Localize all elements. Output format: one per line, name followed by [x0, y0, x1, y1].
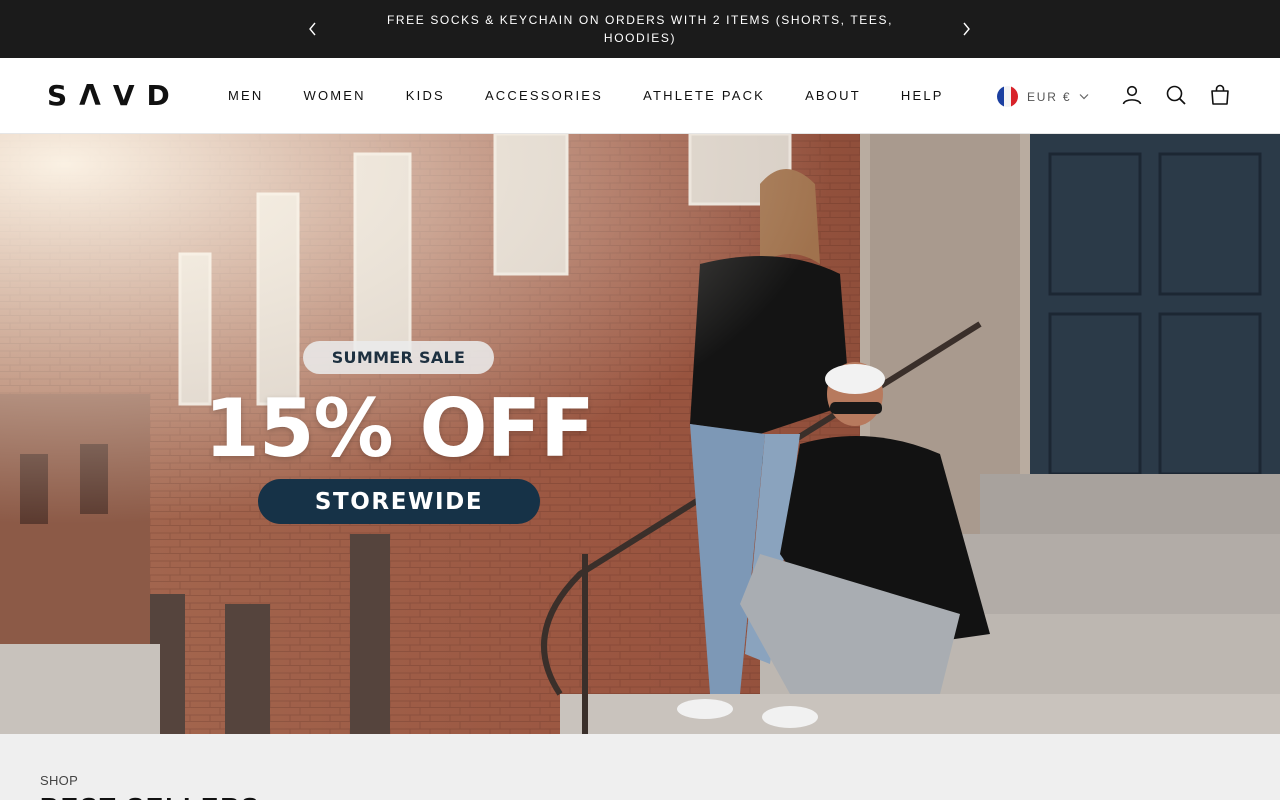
- search-icon: [1166, 85, 1186, 105]
- main-nav: MEN WOMEN KIDS ACCESSORIES ATHLETE PACK …: [228, 88, 984, 104]
- announcement-next-button[interactable]: [956, 19, 976, 39]
- chevron-right-icon: [963, 22, 970, 36]
- site-header: SΛVD MEN WOMEN KIDS ACCESSORIES ATHLETE …: [0, 58, 1280, 134]
- section-eyebrow: SHOP: [40, 773, 79, 788]
- nav-help[interactable]: HELP: [901, 88, 944, 104]
- nav-about[interactable]: ABOUT: [805, 88, 861, 104]
- announcement-prev-button[interactable]: [303, 19, 323, 39]
- hero-banner[interactable]: SUMMER SALE 15% OFF STOREWIDE: [0, 134, 1280, 734]
- france-flag-icon: [997, 86, 1018, 107]
- storewide-badge: STOREWIDE: [258, 479, 540, 524]
- hero-headline: 15% OFF: [204, 382, 595, 475]
- summer-sale-badge: SUMMER SALE: [303, 341, 494, 374]
- brand-logo[interactable]: SΛVD: [47, 82, 189, 110]
- announcement-text: FREE SOCKS & KEYCHAIN ON ORDERS WITH 2 I…: [386, 13, 894, 45]
- currency-label: EUR €: [1027, 89, 1072, 104]
- nav-women[interactable]: WOMEN: [304, 88, 366, 104]
- account-icon: [1122, 85, 1142, 105]
- account-button[interactable]: [1120, 83, 1144, 107]
- search-button[interactable]: [1164, 83, 1188, 107]
- nav-kids[interactable]: KIDS: [406, 88, 445, 104]
- chevron-down-icon: [1079, 94, 1089, 100]
- nav-athlete-pack[interactable]: ATHLETE PACK: [643, 88, 765, 104]
- cart-icon: [1211, 84, 1229, 105]
- currency-selector[interactable]: EUR €: [997, 86, 1089, 107]
- section-heading: BEST SELLERS: [40, 792, 260, 800]
- best-sellers-section: SHOP BEST SELLERS: [0, 734, 1280, 800]
- chevron-left-icon: [309, 22, 316, 36]
- nav-men[interactable]: MEN: [228, 88, 264, 104]
- nav-accessories[interactable]: ACCESSORIES: [485, 88, 603, 104]
- cart-button[interactable]: [1208, 83, 1232, 107]
- brand-logo-text: SΛVD: [47, 79, 182, 112]
- announcement-bar: FREE SOCKS & KEYCHAIN ON ORDERS WITH 2 I…: [0, 0, 1280, 58]
